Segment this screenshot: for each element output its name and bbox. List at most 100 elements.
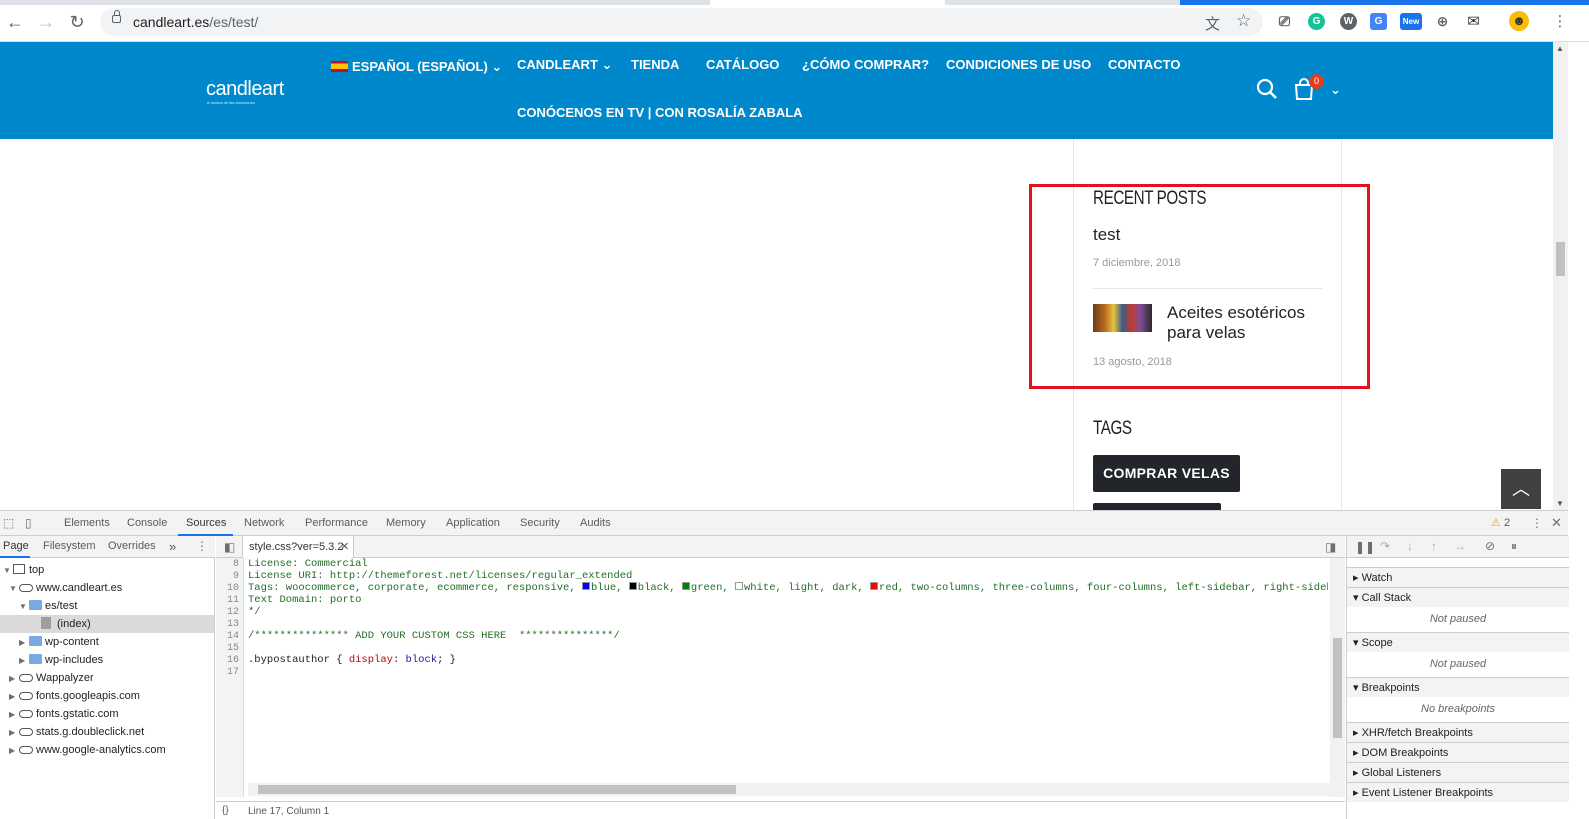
more-tabs-button[interactable]: » xyxy=(169,539,176,554)
forward-button[interactable]: → xyxy=(35,11,57,33)
scroll-to-top-button[interactable]: ︿ xyxy=(1501,469,1541,509)
tab-overrides[interactable]: Overrides xyxy=(108,540,156,552)
pause-on-exceptions-icon[interactable]: ⏸ xyxy=(1511,539,1517,554)
warning-count[interactable]: 2 xyxy=(1504,517,1510,529)
step-icon[interactable]: → xyxy=(1454,539,1466,553)
tree-item[interactable]: ▶ fonts.googleapis.com xyxy=(0,687,214,705)
color-swatch[interactable] xyxy=(628,582,637,590)
globe-icon[interactable]: ⊕ xyxy=(1434,13,1451,30)
tab-page[interactable]: Page xyxy=(3,540,29,552)
editor-vertical-scrollbar[interactable] xyxy=(1330,558,1345,797)
tree-item-selected[interactable]: (index) xyxy=(0,615,214,633)
code-line[interactable]: License: Commercial xyxy=(248,558,368,570)
code-line[interactable]: License URI: http://themeforest.net/lice… xyxy=(248,570,632,582)
translate-icon[interactable]: 文 xyxy=(1205,13,1220,34)
star-icon[interactable]: ☆ xyxy=(1236,11,1251,31)
google-translate-icon[interactable]: G xyxy=(1370,13,1387,30)
color-swatch[interactable] xyxy=(735,582,743,590)
wordpress-icon[interactable]: W xyxy=(1340,13,1357,30)
tab-memory[interactable]: Memory xyxy=(386,517,426,529)
deactivate-breakpoints-icon[interactable]: ⊘ xyxy=(1485,539,1495,553)
tab-filesystem[interactable]: Filesystem xyxy=(43,540,96,552)
step-over-icon[interactable]: ↷ xyxy=(1380,539,1390,553)
active-tab[interactable] xyxy=(710,0,945,5)
color-swatch[interactable] xyxy=(870,582,879,590)
tree-item[interactable]: ▶ stats.g.doubleclick.net xyxy=(0,723,214,741)
device-toolbar-icon[interactable]: ▯ xyxy=(25,516,32,530)
bus-icon[interactable]: ⎚ xyxy=(1276,13,1293,30)
pretty-print-icon[interactable]: {} xyxy=(222,805,229,816)
section-xhr-breakpoints[interactable]: ▸ XHR/fetch Breakpoints xyxy=(1347,722,1569,742)
close-tab-icon[interactable]: ✕ xyxy=(340,540,349,553)
reload-button[interactable]: ↻ xyxy=(66,11,88,33)
new-badge-icon[interactable]: New xyxy=(1400,13,1422,30)
toggle-navigator-icon[interactable]: ◧ xyxy=(224,540,235,554)
scroll-down-arrow-icon[interactable]: ▼ xyxy=(1556,499,1564,508)
toggle-debugger-icon[interactable]: ◨ xyxy=(1325,540,1336,554)
section-watch[interactable]: ▸ Watch xyxy=(1347,567,1569,587)
warning-icon[interactable]: ⚠ xyxy=(1491,516,1501,529)
grammarly-icon[interactable]: G xyxy=(1308,13,1325,30)
code-line[interactable]: */ xyxy=(248,606,261,618)
menu-contacto[interactable]: CONTACTO xyxy=(1108,57,1180,72)
menu-language[interactable]: ESPAÑOL (ESPAÑOL) ⌄ xyxy=(331,59,502,75)
scroll-up-arrow-icon[interactable]: ▲ xyxy=(1556,44,1564,53)
section-event-listener-breakpoints[interactable]: ▸ Event Listener Breakpoints xyxy=(1347,782,1569,802)
inspect-element-icon[interactable]: ⬚ xyxy=(3,516,14,530)
tab-elements[interactable]: Elements xyxy=(64,517,110,529)
tab-console[interactable]: Console xyxy=(127,517,167,529)
tag-button[interactable] xyxy=(1093,503,1221,510)
tag-button[interactable]: COMPRAR VELAS xyxy=(1093,455,1240,492)
tree-item[interactable]: ▼ top xyxy=(0,561,214,579)
code-line[interactable]: .bypostauthor { display: block; } xyxy=(248,654,456,666)
section-global-listeners[interactable]: ▸ Global Listeners xyxy=(1347,762,1569,782)
scrollbar-thumb[interactable] xyxy=(1333,638,1342,738)
color-swatch[interactable] xyxy=(581,582,590,590)
browser-menu-button[interactable]: ⋮ xyxy=(1549,11,1571,33)
tree-item[interactable]: ▶ wp-content xyxy=(0,633,214,651)
menu-candleart[interactable]: CANDLEART ⌄ xyxy=(517,57,612,73)
tree-item[interactable]: ▶ wp-includes xyxy=(0,651,214,669)
menu-tienda[interactable]: TIENDA xyxy=(631,57,679,72)
page-scrollbar[interactable]: ▲ ▼ xyxy=(1553,42,1568,510)
menu-conocenos[interactable]: CONÓCENOS EN TV | CON ROSALÍA ZABALA xyxy=(517,105,803,120)
code-line[interactable]: Text Domain: porto xyxy=(248,594,361,606)
tree-item[interactable]: ▶ www.google-analytics.com xyxy=(0,741,214,759)
pause-icon[interactable]: ❚❚ xyxy=(1355,540,1375,554)
code-line[interactable]: /*************** ADD YOUR CUSTOM CSS HER… xyxy=(248,630,620,642)
section-scope[interactable]: ▾ Scope xyxy=(1347,632,1569,652)
tree-item[interactable]: ▶ Wappalyzer xyxy=(0,669,214,687)
tab-security[interactable]: Security xyxy=(520,517,560,529)
tab-performance[interactable]: Performance xyxy=(305,517,368,529)
code-line[interactable]: Tags: woocommerce, corporate, ecommerce,… xyxy=(248,582,1328,594)
editor-horizontal-scrollbar[interactable] xyxy=(248,783,1330,796)
section-breakpoints[interactable]: ▾ Breakpoints xyxy=(1347,677,1569,697)
tree-item[interactable]: ▼ es/test xyxy=(0,597,214,615)
address-bar[interactable]: candleart.es/es/test/ 文 ☆ xyxy=(100,8,1263,36)
url-text[interactable]: candleart.es/es/test/ xyxy=(133,14,258,30)
cart-chevron-icon[interactable]: ⌄ xyxy=(1330,82,1341,98)
step-into-icon[interactable]: ↓ xyxy=(1407,539,1413,553)
menu-catalogo[interactable]: CATÁLOGO xyxy=(706,57,779,72)
scrollbar-thumb[interactable] xyxy=(258,785,736,794)
tree-item[interactable]: ▼ www.candleart.es xyxy=(0,579,214,597)
section-dom-breakpoints[interactable]: ▸ DOM Breakpoints xyxy=(1347,742,1569,762)
menu-como-comprar[interactable]: ¿CÓMO COMPRAR? xyxy=(802,57,929,72)
tree-item[interactable]: ▶ fonts.gstatic.com xyxy=(0,705,214,723)
section-call-stack[interactable]: ▾ Call Stack xyxy=(1347,587,1569,607)
tab-audits[interactable]: Audits xyxy=(580,517,611,529)
tab-application[interactable]: Application xyxy=(446,517,500,529)
avatar-icon[interactable]: ☻ xyxy=(1509,11,1529,31)
tab-network[interactable]: Network xyxy=(244,517,284,529)
color-swatch[interactable] xyxy=(681,582,690,590)
menu-condiciones[interactable]: CONDICIONES DE USO xyxy=(946,57,1091,72)
site-logo[interactable]: candleart xyxy=(206,78,284,101)
mail-icon[interactable]: ✉ xyxy=(1465,13,1482,30)
kebab-menu-icon[interactable]: ⋮ xyxy=(1531,516,1543,530)
step-out-icon[interactable]: ↑ xyxy=(1431,539,1437,553)
tab-sources[interactable]: Sources xyxy=(186,517,226,529)
back-button[interactable]: ← xyxy=(4,11,26,33)
close-icon[interactable]: ✕ xyxy=(1551,515,1562,531)
search-button[interactable] xyxy=(1256,78,1278,105)
editor-tab[interactable]: style.css?ver=5.3.2 ✕ xyxy=(242,536,354,558)
